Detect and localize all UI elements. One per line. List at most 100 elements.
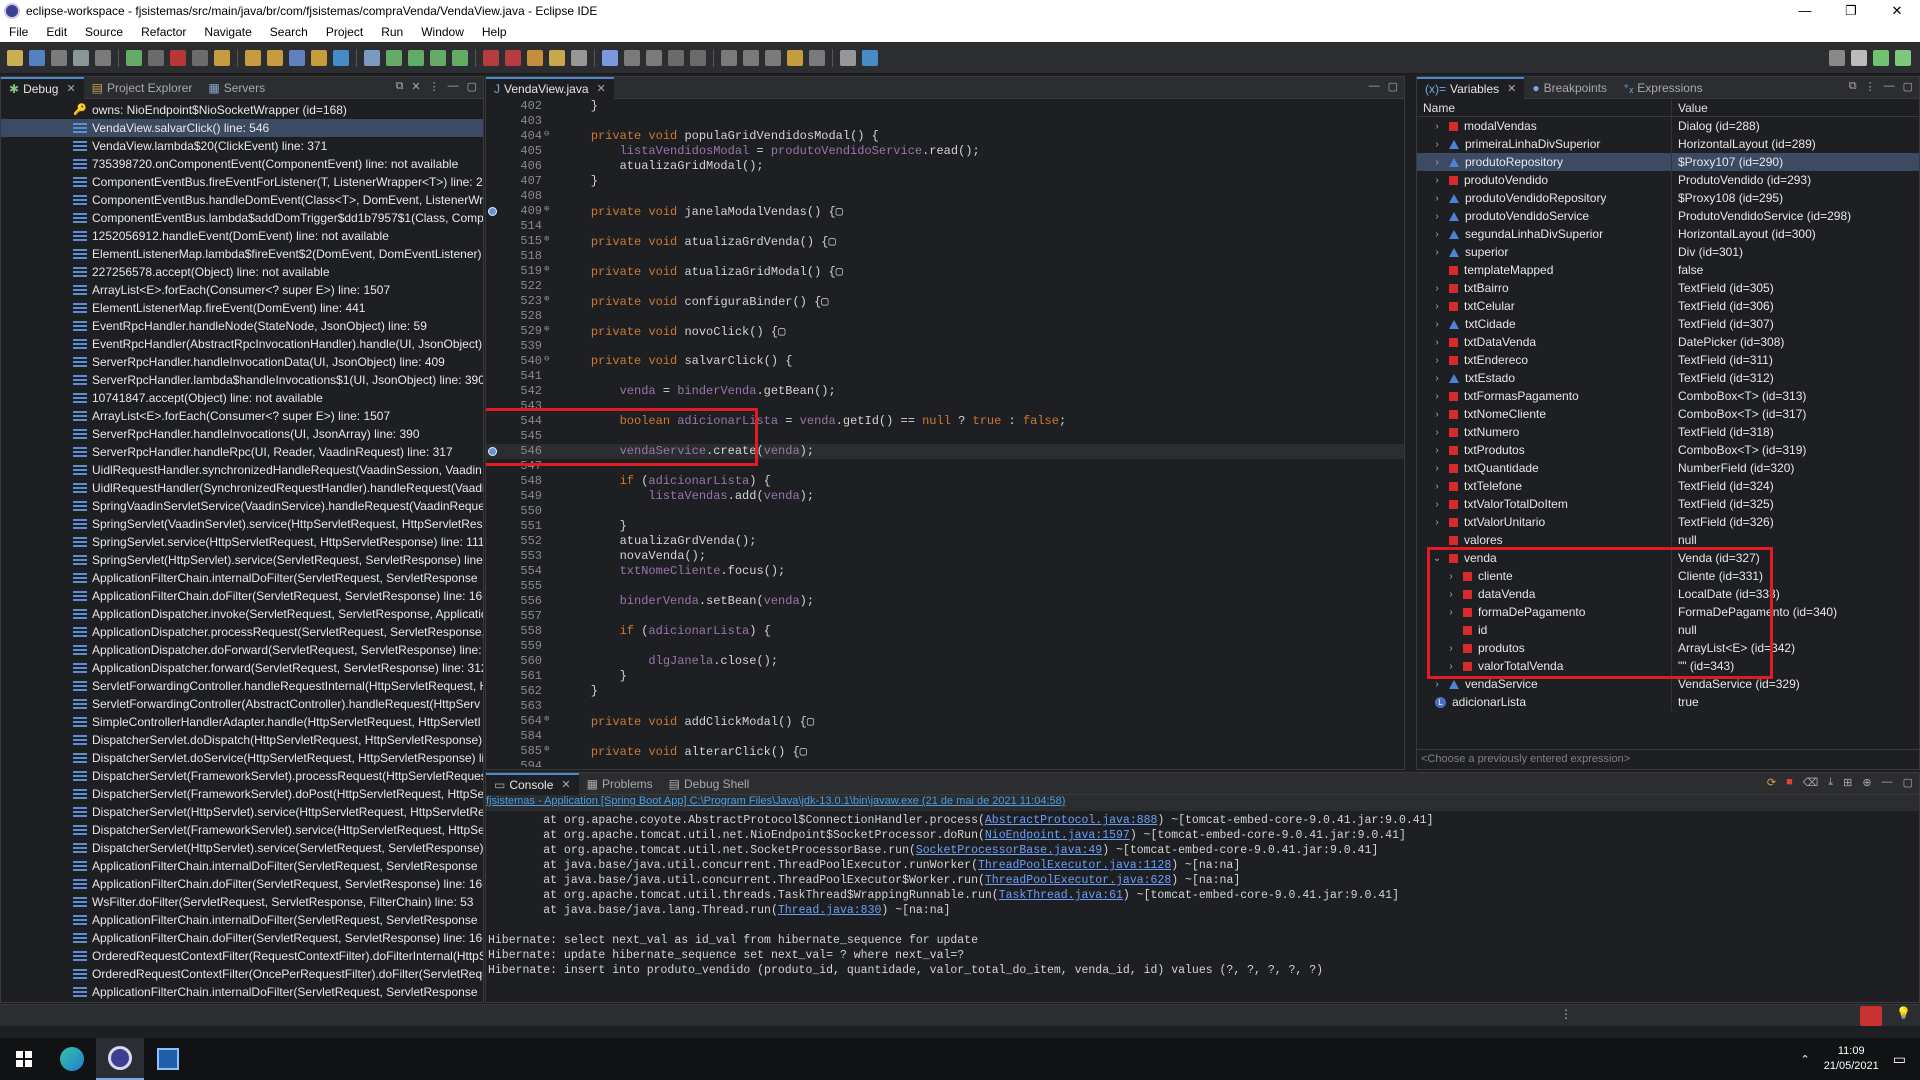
stack-frame[interactable]: ApplicationDispatcher.processRequest(Ser… — [1, 623, 483, 641]
fold-toggle[interactable] — [544, 669, 554, 684]
stack-frame[interactable]: EventRpcHandler(AbstractRpcInvocationHan… — [1, 335, 483, 353]
stack-frame[interactable]: ApplicationFilterChain.internalDoFilter(… — [1, 983, 483, 999]
terminate-icon[interactable]: ■ — [1786, 776, 1793, 789]
code-line[interactable]: 585 ⊕ private void alterarClick() {▢ — [486, 744, 1404, 759]
variable-row[interactable]: › txtBairro TextField (id=305) — [1417, 279, 1919, 297]
fold-toggle[interactable] — [544, 579, 554, 594]
fold-toggle[interactable]: ⊖ — [544, 354, 554, 369]
forward-icon[interactable] — [809, 49, 825, 66]
code-line[interactable]: 519 ⊕ private void atualizaGridModal() {▢ — [486, 264, 1404, 279]
menu-help[interactable]: Help — [473, 25, 516, 39]
code-line[interactable]: 528 — [486, 309, 1404, 324]
variable-row[interactable]: › superior Div (id=301) — [1417, 243, 1919, 261]
code-line[interactable]: 539 — [486, 339, 1404, 354]
variable-row[interactable]: › cliente Cliente (id=331) — [1417, 567, 1919, 585]
prev-annotation-icon[interactable] — [743, 49, 759, 66]
source-link[interactable]: ThreadPoolExecutor.java:628 — [985, 874, 1171, 887]
suspend-icon[interactable] — [148, 49, 164, 66]
variable-row[interactable]: › txtProdutos ComboBox<T> (id=319) — [1417, 441, 1919, 459]
stack-frame[interactable]: ApplicationDispatcher.forward(ServletReq… — [1, 659, 483, 677]
variable-row[interactable]: › txtFormasPagamento ComboBox<T> (id=313) — [1417, 387, 1919, 405]
menu-search[interactable]: Search — [261, 25, 317, 39]
fold-toggle[interactable] — [544, 759, 554, 767]
close-button[interactable]: ✕ — [1874, 3, 1920, 19]
fold-toggle[interactable] — [544, 459, 554, 474]
format-icon[interactable] — [602, 49, 618, 66]
close-icon[interactable]: ✕ — [66, 82, 75, 95]
menu-file[interactable]: File — [0, 25, 37, 39]
open-perspective-icon[interactable] — [1851, 49, 1867, 66]
stack-frame[interactable]: ComponentEventBus.handleDomEvent(Class<T… — [1, 191, 483, 209]
code-line[interactable]: 548 if (adicionarLista) { — [486, 474, 1404, 489]
expand-chevron-icon[interactable]: › — [1445, 571, 1457, 582]
code-line[interactable]: 561 } — [486, 669, 1404, 684]
variable-row[interactable]: › txtNomeCliente ComboBox<T> (id=317) — [1417, 405, 1919, 423]
java-perspective-icon[interactable] — [1873, 49, 1889, 66]
expand-chevron-icon[interactable]: › — [1445, 643, 1457, 654]
code-line[interactable]: 408 — [486, 189, 1404, 204]
tab-console[interactable]: ▭ Console ✕ — [486, 772, 579, 795]
expand-chevron-icon[interactable]: › — [1431, 211, 1443, 222]
collapse-all-icon[interactable]: ⧉ — [396, 80, 404, 93]
variable-row[interactable]: › produtoVendidoService ProdutoVendidoServ… — [1417, 207, 1919, 225]
maximize-view-icon[interactable]: ▢ — [1903, 776, 1913, 789]
fold-toggle[interactable] — [544, 684, 554, 699]
stack-frame[interactable]: SpringVaadinServletService(VaadinService… — [1, 497, 483, 515]
expand-chevron-icon[interactable]: › — [1431, 157, 1443, 168]
code-line[interactable]: 559 — [486, 639, 1404, 654]
expand-chevron-icon[interactable]: › — [1431, 445, 1443, 456]
expand-chevron-icon[interactable]: › — [1431, 499, 1443, 510]
variable-row[interactable]: › txtCidade TextField (id=307) — [1417, 315, 1919, 333]
code-line[interactable]: 403 — [486, 114, 1404, 129]
fold-toggle[interactable]: ⊕ — [544, 294, 554, 309]
expand-chevron-icon[interactable]: › — [1431, 175, 1443, 186]
fold-toggle[interactable] — [544, 249, 554, 264]
code-line[interactable]: 522 — [486, 279, 1404, 294]
variable-row[interactable]: › txtValorUnitario TextField (id=326) — [1417, 513, 1919, 531]
fold-toggle[interactable]: ⊕ — [544, 744, 554, 759]
stack-frame[interactable]: 735398720.onComponentEvent(ComponentEven… — [1, 155, 483, 173]
stack-frame[interactable]: EventRpcHandler.handleNode(StateNode, Js… — [1, 317, 483, 335]
stack-frame[interactable]: DispatcherServlet(FrameworkServlet).serv… — [1, 821, 483, 839]
code-line[interactable]: 552 atualizaGrdVenda(); — [486, 534, 1404, 549]
fold-toggle[interactable] — [544, 279, 554, 294]
code-line[interactable]: 409 ⊕ private void janelaModalVendas() {▢ — [486, 204, 1404, 219]
maximize-view-icon[interactable]: ▢ — [467, 80, 477, 93]
code-line[interactable]: 407 } — [486, 174, 1404, 189]
variable-row[interactable]: › txtTelefone TextField (id=324) — [1417, 477, 1919, 495]
tab-debug-shell[interactable]: ▤ Debug Shell — [661, 773, 758, 795]
pin-editor-icon[interactable] — [840, 49, 856, 66]
expand-chevron-icon[interactable]: › — [1431, 121, 1443, 132]
stack-frame[interactable]: ComponentEventBus.lambda$addDomTrigger$d… — [1, 209, 483, 227]
view-menu-icon[interactable]: ⋮ — [1865, 80, 1876, 93]
use-step-filters-icon[interactable] — [311, 49, 327, 66]
expand-chevron-icon[interactable]: › — [1431, 193, 1443, 204]
clear-console-icon[interactable]: ⌫ — [1803, 776, 1819, 789]
stack-frame[interactable]: ServerRpcHandler.handleInvocationData(UI… — [1, 353, 483, 371]
code-line[interactable]: 564 ⊕ private void addClickModal() {▢ — [486, 714, 1404, 729]
block-select-icon[interactable] — [646, 49, 662, 66]
variable-row[interactable]: › txtCelular TextField (id=306) — [1417, 297, 1919, 315]
fold-toggle[interactable]: ⊖ — [544, 129, 554, 144]
fold-toggle[interactable]: ⊕ — [544, 264, 554, 279]
fold-toggle[interactable] — [544, 504, 554, 519]
menu-run[interactable]: Run — [372, 25, 412, 39]
variable-row[interactable]: › segundaLinhaDivSuperior HorizontalLayout… — [1417, 225, 1919, 243]
stack-frame[interactable]: ApplicationFilterChain.internalDoFilter(… — [1, 569, 483, 587]
expand-chevron-icon[interactable]: › — [1431, 409, 1443, 420]
step-into-icon[interactable] — [214, 49, 230, 66]
variable-row[interactable]: › produtoRepository $Proxy107 (id=290) — [1417, 153, 1919, 171]
fold-toggle[interactable] — [544, 639, 554, 654]
last-edit-icon[interactable] — [765, 49, 781, 66]
stack-frame[interactable]: 10741847.accept(Object) line: not availa… — [1, 389, 483, 407]
fold-toggle[interactable]: ⊕ — [544, 234, 554, 249]
expand-chevron-icon[interactable]: › — [1445, 607, 1457, 618]
code-line[interactable]: 551 } — [486, 519, 1404, 534]
search-icon[interactable] — [549, 49, 565, 66]
fold-toggle[interactable] — [544, 609, 554, 624]
code-line[interactable]: 402 } — [486, 99, 1404, 114]
stack-frame[interactable]: ApplicationFilterChain.internalDoFilter(… — [1, 911, 483, 929]
refresh-icon[interactable]: ⟳ — [1767, 776, 1776, 789]
step-return-icon[interactable] — [267, 49, 283, 66]
stack-frame[interactable]: ServletForwardingController.handleReques… — [1, 677, 483, 695]
